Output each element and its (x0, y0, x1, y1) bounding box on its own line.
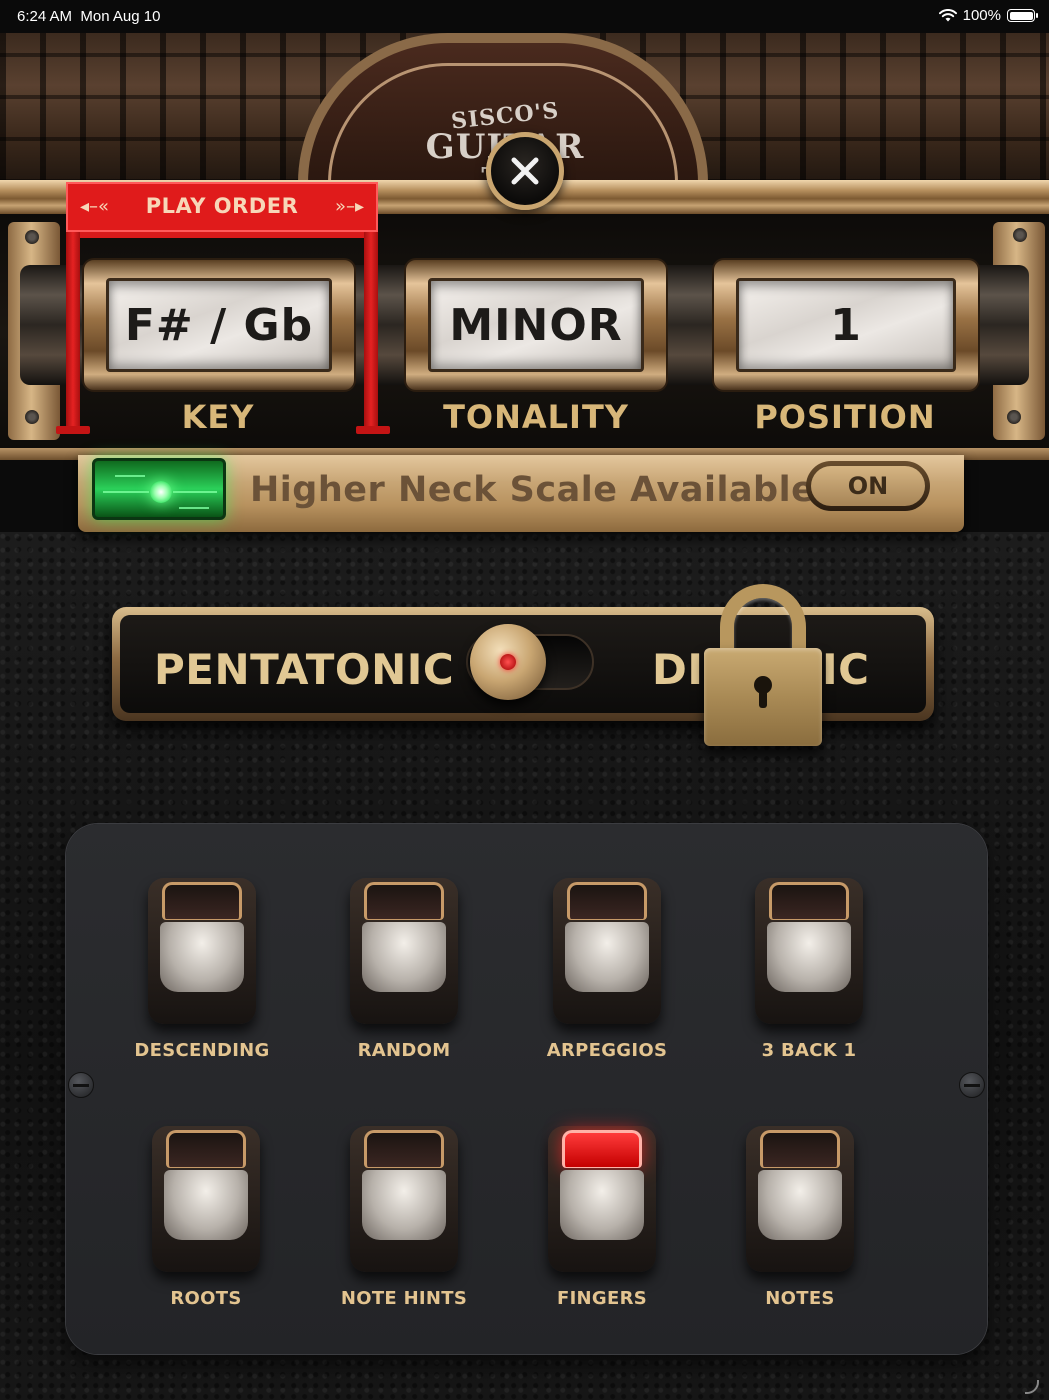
notes-button[interactable] (746, 1126, 854, 1272)
position-label: POSITION (754, 398, 936, 436)
roots-label: ROOTS (170, 1288, 242, 1309)
play-order-tab[interactable]: ◂–« PLAY ORDER »–▸ (66, 182, 378, 232)
play-order-left-foot (56, 426, 90, 434)
tonality-tumbler[interactable]: MINOR (404, 258, 668, 392)
arpeggios-button[interactable] (553, 878, 661, 1024)
status-indicators: 100% (938, 7, 1038, 24)
notes-label: NOTES (765, 1288, 835, 1309)
close-button[interactable] (486, 132, 564, 210)
arrow-right-icon: »–▸ (334, 196, 364, 217)
battery-percent: 100% (962, 7, 1001, 24)
note-hints-label: NOTE HINTS (340, 1288, 468, 1309)
key-label: KEY (181, 398, 255, 436)
diatonic-label-left[interactable]: DI (652, 645, 704, 694)
status-time: 6:24 AM Mon Aug 10 (17, 8, 160, 25)
status-time-text: 6:24 AM (17, 8, 73, 25)
screw (1007, 410, 1021, 424)
play-order-left-leg (66, 230, 80, 430)
higher-neck-label: Higher Neck Scale Available (250, 470, 816, 510)
wifi-icon (938, 9, 957, 22)
screw (25, 410, 39, 424)
screw (1013, 228, 1027, 242)
position-value: 1 (830, 299, 862, 351)
descending-label: DESCENDING (134, 1040, 270, 1061)
screw (25, 230, 39, 244)
pentatonic-label[interactable]: PENTATONIC (154, 645, 454, 694)
higher-neck-toggle-label: ON (811, 466, 925, 506)
key-tumbler[interactable]: F# / Gb (82, 258, 356, 392)
status-bar: 6:24 AM Mon Aug 10 100% (0, 0, 1049, 33)
key-value: F# / Gb (124, 299, 314, 351)
position-tumbler[interactable]: 1 (712, 258, 980, 392)
tonality-value: MINOR (449, 299, 623, 351)
descending-button[interactable] (148, 878, 256, 1024)
slider-led-icon (500, 654, 516, 670)
roots-button[interactable] (152, 1126, 260, 1272)
arpeggios-label: ARPEGGIOS (546, 1040, 668, 1061)
play-order-right-leg (364, 230, 378, 430)
note-hints-button[interactable] (350, 1126, 458, 1272)
status-date-text: Mon Aug 10 (80, 8, 161, 25)
position-window: 1 (736, 278, 956, 372)
diatonic-label-right[interactable]: IC (822, 645, 869, 694)
three-back-one-label: 3 BACK 1 (761, 1040, 857, 1061)
higher-neck-toggle[interactable]: ON (806, 461, 930, 511)
random-button[interactable] (350, 878, 458, 1024)
panel-screw-left (68, 1072, 94, 1098)
fingers-button[interactable] (548, 1126, 656, 1272)
play-order-label: PLAY ORDER (145, 194, 299, 218)
fingers-label: FINGERS (556, 1288, 648, 1309)
padlock-icon[interactable] (704, 584, 822, 746)
tonality-label: TONALITY (443, 398, 629, 436)
key-window: F# / Gb (106, 278, 332, 372)
close-icon (511, 157, 539, 185)
play-order-right-foot (356, 426, 390, 434)
scale-slider-knob[interactable] (470, 624, 546, 700)
circuit-led-icon (92, 458, 226, 520)
battery-icon (1007, 9, 1038, 22)
tonality-window: MINOR (428, 278, 644, 372)
three-back-one-button[interactable] (755, 878, 863, 1024)
random-label: RANDOM (357, 1040, 451, 1061)
panel-screw-right (959, 1072, 985, 1098)
